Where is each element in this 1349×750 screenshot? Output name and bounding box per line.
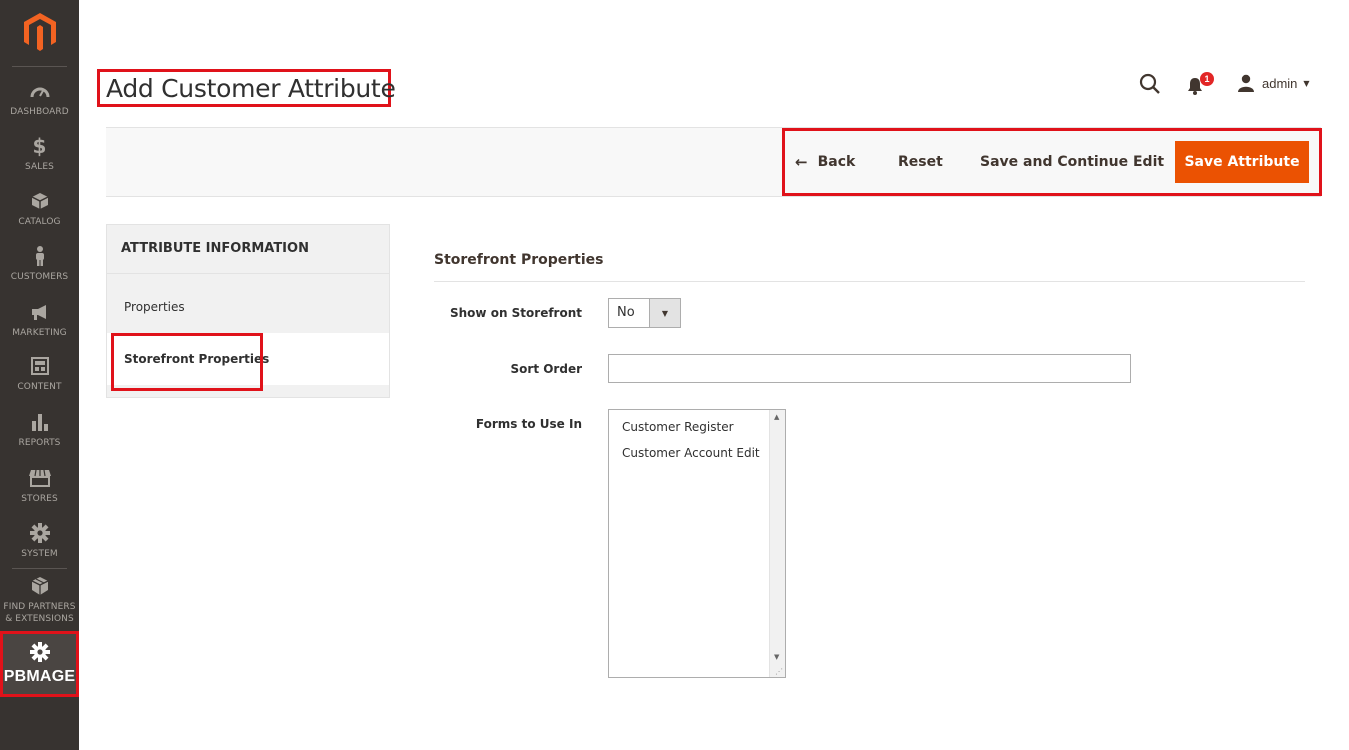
- nav-pbmage[interactable]: PBMAGE: [0, 631, 79, 697]
- sort-order-input[interactable]: [608, 354, 1131, 383]
- page-title-highlight: Add Customer Attribute: [97, 69, 396, 107]
- nav-catalog-label: CATALOG: [18, 217, 61, 227]
- scroll-up-icon: ▲: [774, 413, 780, 421]
- nav-find-partners-label-line1: FIND PARTNERS: [3, 602, 76, 612]
- box-icon: [31, 190, 49, 212]
- nav-reports-label: REPORTS: [18, 438, 61, 448]
- show-on-storefront-label: Show on Storefront: [450, 306, 582, 320]
- section-title: Storefront Properties: [434, 252, 604, 268]
- nav-catalog[interactable]: CATALOG: [0, 190, 79, 244]
- forms-to-use-label: Forms to Use In: [475, 417, 582, 431]
- show-on-storefront-select[interactable]: No ▼: [608, 298, 681, 328]
- nav-customers-label: CUSTOMERS: [10, 272, 69, 282]
- notifications-button[interactable]: 1: [1186, 72, 1214, 98]
- tab-properties[interactable]: Properties: [107, 281, 389, 333]
- tabs-divider: [107, 273, 389, 274]
- resize-grip-icon[interactable]: ⋰: [775, 667, 783, 676]
- nav-customers[interactable]: CUSTOMERS: [0, 245, 79, 299]
- pbmage-gear-icon: [29, 642, 50, 666]
- nav-sales-label: SALES: [25, 162, 54, 172]
- multiselect-scrollbar[interactable]: ▲ ▼: [769, 410, 785, 677]
- storefront-tab-highlight: [111, 333, 263, 391]
- nav-find-partners-label-line2: & EXTENSIONS: [5, 614, 74, 624]
- show-on-storefront-value: No: [617, 305, 635, 320]
- nav-reports[interactable]: REPORTS: [0, 411, 79, 465]
- option-customer-account-edit[interactable]: Customer Account Edit: [622, 446, 760, 460]
- nav-divider: [12, 568, 67, 569]
- dashboard-icon: [30, 80, 50, 102]
- user-icon: [1238, 74, 1254, 92]
- section-divider: [434, 281, 1305, 282]
- search-icon[interactable]: [1138, 72, 1162, 96]
- bar-chart-icon: [31, 411, 49, 433]
- person-icon: [34, 245, 46, 267]
- gear-icon: [29, 522, 50, 544]
- nav-marketing[interactable]: MARKETING: [0, 301, 79, 355]
- nav-stores[interactable]: STORES: [0, 467, 79, 521]
- store-icon: [28, 467, 51, 489]
- nav-dashboard-label: DASHBOARD: [10, 107, 69, 117]
- magento-logo-icon[interactable]: [0, 0, 79, 64]
- scroll-down-icon: ▼: [774, 653, 780, 661]
- admin-sidebar: DASHBOARD $ SALES CATALOG CUSTOMERS MARK…: [0, 0, 79, 750]
- tabs-title: ATTRIBUTE INFORMATION: [121, 241, 309, 256]
- nav-find-partners[interactable]: FIND PARTNERS & EXTENSIONS: [0, 575, 79, 629]
- logo-divider: [12, 66, 67, 67]
- nav-dashboard[interactable]: DASHBOARD: [0, 80, 79, 134]
- option-customer-register[interactable]: Customer Register: [622, 420, 734, 434]
- user-menu[interactable]: admin ▼: [1237, 72, 1310, 94]
- user-name: admin: [1262, 75, 1298, 91]
- nav-stores-label: STORES: [21, 494, 58, 504]
- nav-system-label: SYSTEM: [21, 549, 58, 559]
- actions-highlight: [782, 128, 1322, 196]
- cubes-icon: [30, 575, 50, 597]
- nav-content-label: CONTENT: [17, 382, 62, 392]
- notifications-badge: 1: [1200, 72, 1214, 86]
- megaphone-icon: [30, 301, 50, 323]
- nav-find-partners-label: FIND PARTNERS & EXTENSIONS: [3, 601, 75, 625]
- dollar-icon: $: [32, 134, 47, 158]
- nav-content[interactable]: CONTENT: [0, 355, 79, 409]
- content-icon: [30, 355, 49, 377]
- nav-marketing-label: MARKETING: [12, 328, 67, 338]
- chevron-down-icon: ▼: [1303, 78, 1310, 88]
- nav-sales[interactable]: $ SALES: [0, 134, 79, 189]
- nav-pbmage-label: PBMAGE: [3, 668, 76, 685]
- page-title: Add Customer Attribute: [106, 74, 396, 103]
- forms-to-use-multiselect[interactable]: Customer Register Customer Account Edit …: [608, 409, 786, 678]
- chevron-down-icon: ▼: [649, 299, 680, 327]
- sort-order-label: Sort Order: [510, 362, 582, 376]
